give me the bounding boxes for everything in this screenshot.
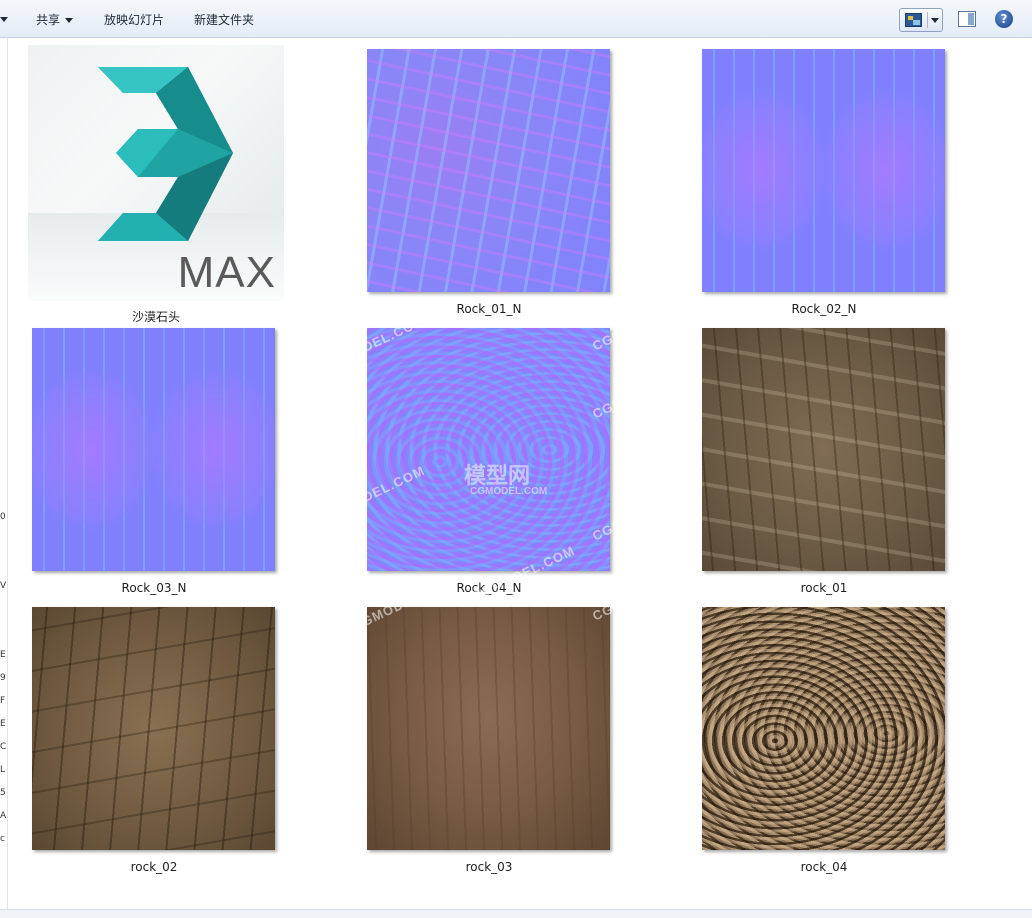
- normal-map-thumbnail: [367, 328, 610, 571]
- nav-text-fragment: L: [0, 765, 6, 775]
- chevron-down-icon: [65, 18, 74, 23]
- normal-map-thumbnail: [32, 328, 275, 571]
- nav-text-fragment: F: [0, 696, 6, 706]
- picture-view-icon: [905, 13, 922, 27]
- nav-text-fragment: 9: [0, 673, 6, 683]
- preview-pane-icon: [968, 13, 974, 25]
- max-logo-text: MAX: [177, 248, 276, 297]
- share-label: 共享: [36, 13, 61, 27]
- new-folder-button[interactable]: 新建文件夹: [194, 12, 254, 28]
- organize-dropdown-arrow[interactable]: [0, 17, 8, 22]
- file-name-label[interactable]: rock_01: [674, 581, 974, 595]
- file-name-label[interactable]: Rock_03_N: [4, 581, 304, 595]
- divider: [927, 12, 928, 28]
- share-button[interactable]: 共享: [36, 12, 74, 28]
- normal-map-thumbnail: [702, 49, 945, 292]
- slideshow-button[interactable]: 放映幻灯片: [104, 12, 164, 28]
- change-view-button[interactable]: [899, 8, 943, 32]
- rock-texture-thumbnail: [702, 328, 945, 571]
- rock-texture-thumbnail: [367, 607, 610, 850]
- file-name-label[interactable]: rock_02: [4, 860, 304, 874]
- nav-text-fragment: 5: [0, 788, 6, 798]
- file-list-view[interactable]: MAX 沙漠石头 Rock_01_N Rock_02_N Rock_03_N R…: [8, 38, 1032, 910]
- help-button[interactable]: ?: [995, 10, 1013, 28]
- file-name-label[interactable]: Rock_02_N: [674, 302, 974, 316]
- help-icon: ?: [1000, 12, 1008, 26]
- file-name-label[interactable]: Rock_01_N: [339, 302, 639, 316]
- nav-text-fragment: E: [0, 650, 6, 660]
- rock-texture-thumbnail: [702, 607, 945, 850]
- file-name-label[interactable]: 沙漠石头: [6, 308, 306, 325]
- file-name-label[interactable]: rock_04: [674, 860, 974, 874]
- nav-text-fragment: 0: [0, 512, 6, 522]
- chevron-down-icon[interactable]: [931, 18, 939, 23]
- 3ds-max-icon: MAX: [28, 45, 284, 301]
- nav-text-fragment: C: [0, 742, 7, 752]
- nav-text-fragment: E: [0, 719, 6, 729]
- normal-map-thumbnail: [367, 49, 610, 292]
- rock-texture-thumbnail: [32, 607, 275, 850]
- nav-text-fragment: A: [0, 811, 7, 821]
- preview-pane-button[interactable]: [958, 11, 976, 27]
- nav-text-fragment: c: [0, 834, 5, 844]
- file-name-label[interactable]: rock_03: [339, 860, 639, 874]
- command-bar: 共享 放映幻灯片 新建文件夹 ?: [0, 0, 1032, 38]
- navigation-pane-edge[interactable]: 0 V E 9 F E C L 5 A c: [0, 38, 8, 917]
- watermark-logo-subtext: CGMODEL.COM: [470, 486, 548, 497]
